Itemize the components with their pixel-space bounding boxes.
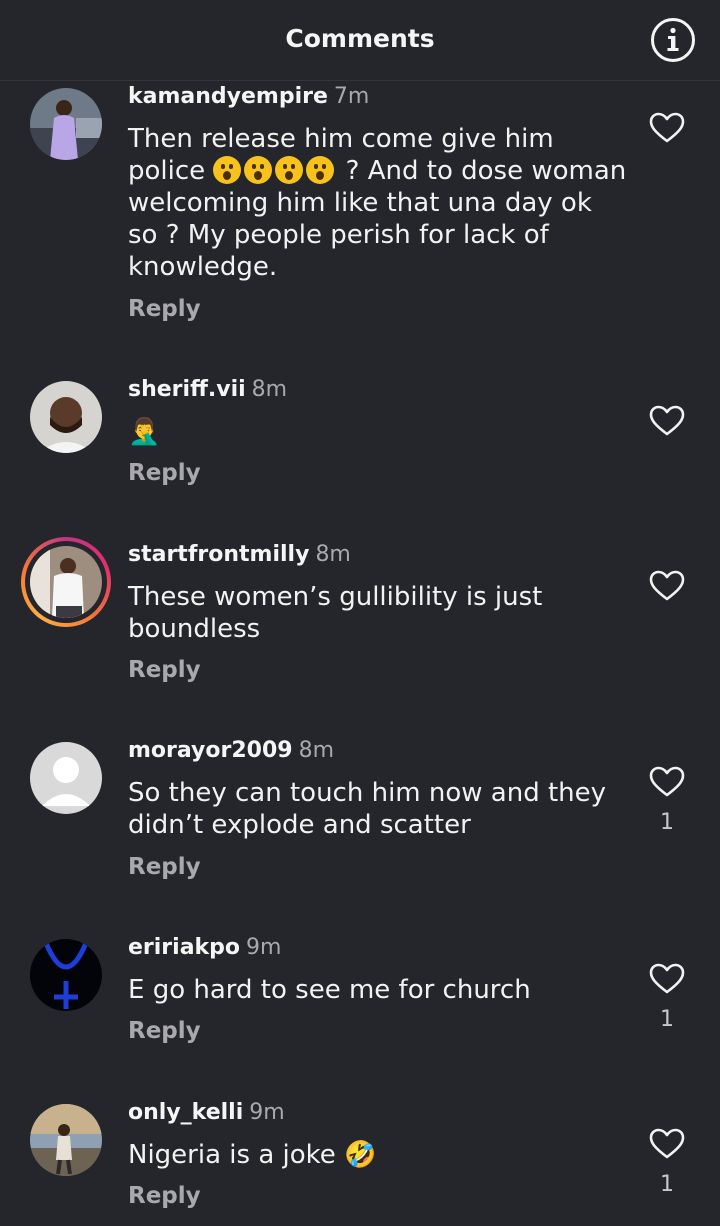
comment-meta: morayor2009 8m [128, 738, 334, 763]
avatar[interactable] [30, 88, 102, 160]
heart-icon[interactable] [649, 405, 685, 437]
story-ring[interactable] [21, 537, 111, 627]
heart-icon[interactable] [649, 766, 685, 798]
comment-meta: kamandyempire 7m [128, 84, 369, 109]
page-title: Comments [285, 24, 435, 53]
timestamp: 8m [251, 377, 288, 402]
reply-button[interactable]: Reply [128, 1018, 201, 1044]
comment-text: So they can touch him now and they didn’… [128, 778, 607, 840]
timestamp: 7m [333, 84, 370, 109]
info-icon[interactable] [650, 17, 696, 63]
comment-meta: only_kelli 9m [128, 1100, 285, 1125]
timestamp: 9m [249, 1100, 285, 1125]
comment-text: 🤦‍♂️ [128, 417, 161, 447]
like-count: 1 [660, 810, 674, 835]
reply-button[interactable]: Reply [128, 854, 201, 880]
username[interactable]: eririakpo [128, 935, 240, 960]
avatar[interactable] [30, 546, 102, 618]
heart-icon[interactable] [649, 570, 685, 602]
comment-text: Nigeria is a joke 🤣 [128, 1140, 377, 1170]
avatar[interactable] [30, 742, 102, 814]
avatar[interactable] [30, 1104, 102, 1176]
astonished-emoji-icon [306, 156, 335, 184]
reply-button[interactable]: Reply [128, 460, 201, 486]
comment-text: E go hard to see me for church [128, 975, 531, 1005]
reply-button[interactable]: Reply [128, 1183, 201, 1209]
comments-header: Comments [0, 0, 720, 81]
avatar[interactable] [30, 381, 102, 453]
username[interactable]: kamandyempire [128, 84, 328, 109]
timestamp: 8m [298, 738, 335, 763]
comment-text: Then release him come give him police ? … [128, 124, 627, 282]
reply-button[interactable]: Reply [128, 657, 201, 683]
heart-icon[interactable] [649, 963, 685, 995]
timestamp: 8m [315, 542, 351, 567]
username[interactable]: startfrontmilly [128, 542, 309, 567]
timestamp: 9m [246, 935, 282, 960]
reply-button[interactable]: Reply [128, 296, 201, 322]
username[interactable]: sheriff.vii [128, 377, 246, 402]
heart-icon[interactable] [649, 112, 685, 144]
avatar[interactable] [30, 939, 102, 1011]
comment-meta: eririakpo 9m [128, 935, 281, 960]
heart-icon[interactable] [649, 1128, 685, 1160]
comment-text: These women’s gullibility is just boundl… [128, 582, 543, 644]
comment-meta: startfrontmilly 8m [128, 542, 351, 567]
username[interactable]: only_kelli [128, 1100, 243, 1125]
astonished-emoji-icon [275, 156, 304, 184]
like-count: 1 [660, 1172, 674, 1197]
astonished-emoji-icon [213, 156, 242, 184]
comment-meta: sheriff.vii 8m [128, 377, 287, 402]
username[interactable]: morayor2009 [128, 738, 293, 763]
astonished-emoji-icon [244, 156, 273, 184]
like-count: 1 [660, 1007, 674, 1032]
